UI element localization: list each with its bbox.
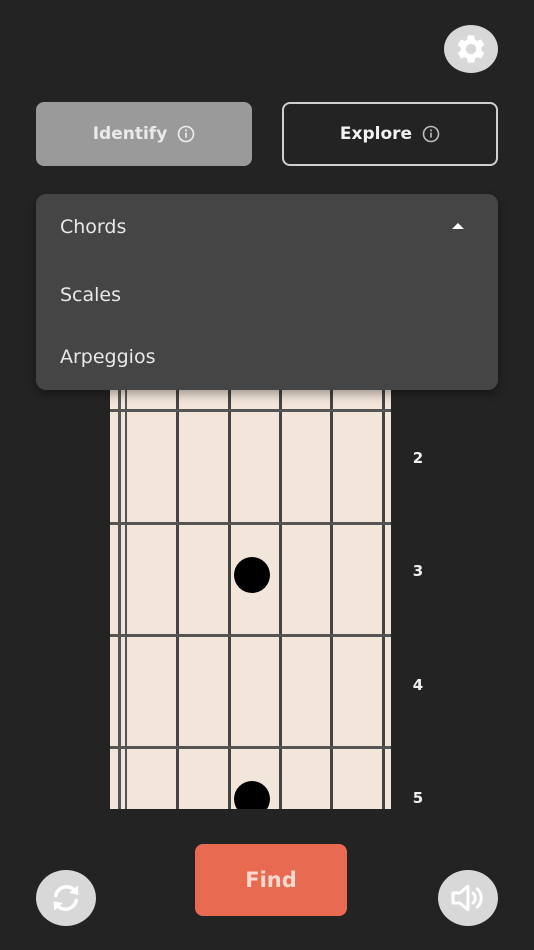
fret-number: 4 — [412, 676, 424, 694]
gear-icon — [457, 35, 485, 63]
info-icon[interactable] — [422, 125, 440, 143]
fret-line — [110, 409, 391, 412]
fret-number: 5 — [412, 789, 424, 807]
reset-button[interactable] — [36, 870, 96, 926]
explore-button[interactable]: Explore — [282, 102, 498, 166]
identify-button[interactable]: Identify — [36, 102, 252, 166]
info-icon[interactable] — [177, 125, 195, 143]
dropdown-option-arpeggios[interactable]: Arpeggios — [60, 346, 155, 368]
finger-marker[interactable] — [234, 781, 270, 809]
sound-button[interactable] — [438, 870, 498, 926]
fret-number: 3 — [412, 562, 424, 580]
speaker-icon — [451, 884, 483, 912]
dropdown-option-scales[interactable]: Scales — [60, 284, 121, 306]
fret-line — [110, 634, 391, 637]
explore-label: Explore — [339, 124, 413, 144]
settings-button[interactable] — [444, 25, 498, 73]
find-button[interactable]: Find — [195, 844, 347, 916]
app-screen: Identify Explore 2 3 4 5 Chords Scales A… — [0, 0, 534, 950]
identify-label: Identify — [92, 124, 168, 144]
type-dropdown[interactable]: Chords Scales Arpeggios — [36, 194, 498, 390]
find-label: Find — [245, 868, 297, 892]
fret-line — [110, 522, 391, 525]
fret-line — [110, 746, 391, 749]
finger-marker[interactable] — [234, 557, 270, 593]
caret-up-icon[interactable] — [450, 221, 466, 231]
fret-number: 2 — [412, 449, 424, 467]
fretboard[interactable] — [110, 385, 391, 809]
dropdown-option-chords[interactable]: Chords — [60, 216, 126, 238]
refresh-icon — [53, 885, 79, 911]
